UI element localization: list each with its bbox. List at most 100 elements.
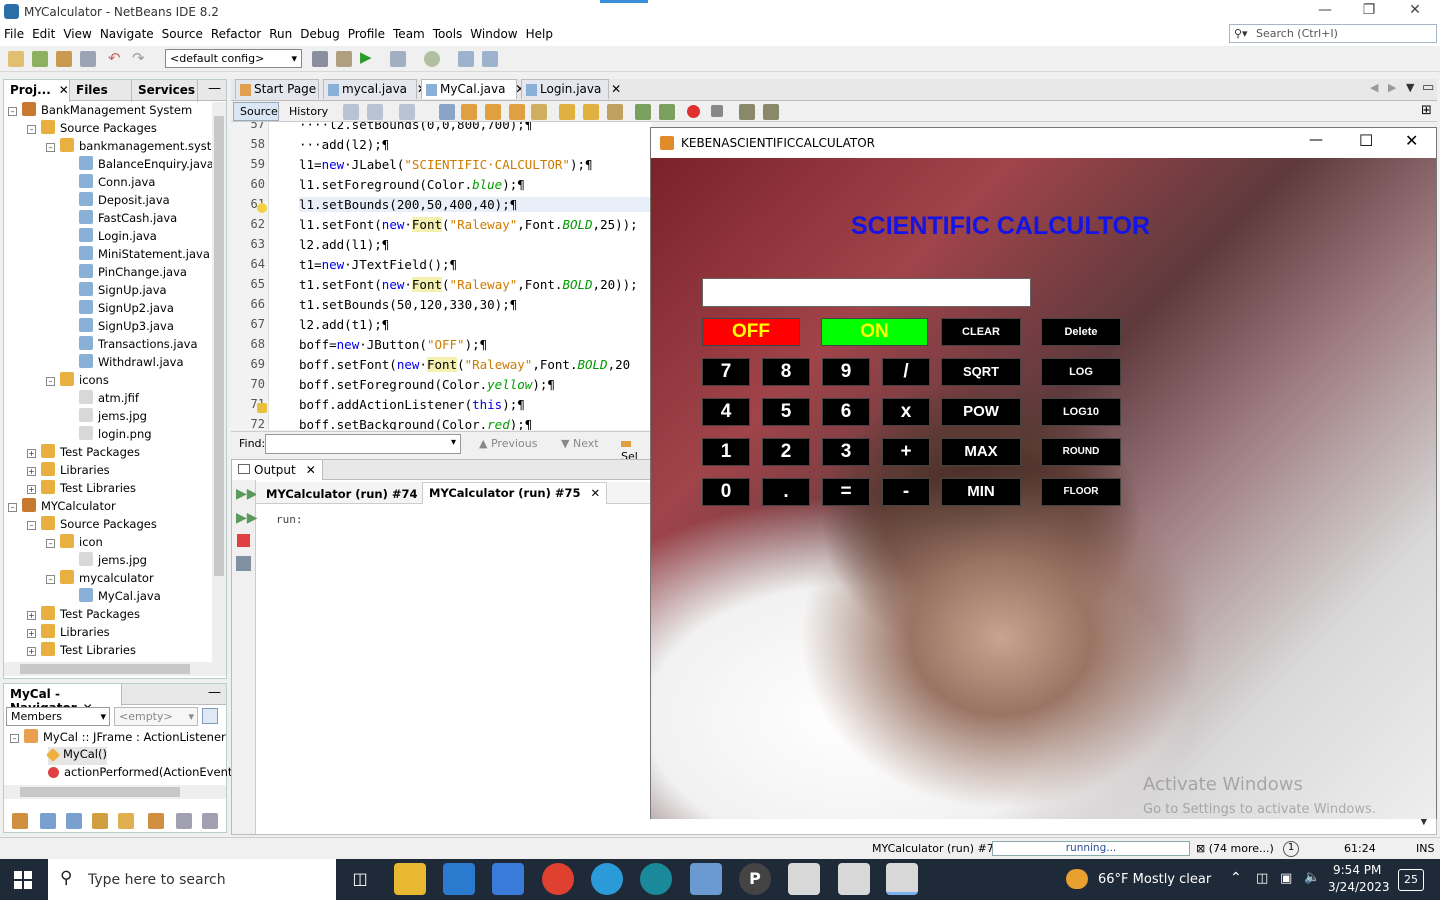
close-button[interactable]: ✕: [1405, 131, 1418, 150]
clock-time[interactable]: 9:54 PM: [1333, 863, 1381, 877]
tree-item[interactable]: + Test Packages: [27, 606, 140, 624]
subtract-button[interactable]: -: [882, 478, 930, 506]
expand-toggle-icon[interactable]: +: [27, 647, 36, 656]
tab-scroll-right-icon[interactable]: ▶: [1388, 81, 1396, 94]
debug-icon[interactable]: [390, 51, 406, 67]
notification-center-icon[interactable]: 25: [1398, 869, 1424, 891]
java-app-icon[interactable]: [788, 863, 820, 895]
tree-item[interactable]: MiniStatement.java: [65, 246, 210, 264]
tab-history[interactable]: History: [283, 102, 331, 121]
filter-constructor-icon[interactable]: [118, 813, 134, 829]
close-icon[interactable]: ✕: [59, 83, 69, 97]
tree-item[interactable]: Transactions.java: [65, 336, 198, 354]
navigator-hscrollbar[interactable]: [4, 785, 226, 799]
filter-nonpublic-icon[interactable]: [66, 813, 82, 829]
equals-button[interactable]: =: [822, 478, 870, 506]
digit-1-button[interactable]: 1: [702, 438, 750, 466]
windows-start-icon[interactable]: [14, 871, 32, 889]
weather-icon[interactable]: [1066, 869, 1088, 889]
maximize-editor-icon[interactable]: ▭: [1422, 80, 1434, 95]
shift-left-icon[interactable]: [635, 104, 651, 120]
hint-bulb-icon[interactable]: [257, 203, 267, 213]
tree-item[interactable]: + Test Libraries: [27, 480, 136, 498]
code-line[interactable]: boff.setForeground(Color.yellow);¶: [299, 377, 555, 392]
tree-item[interactable]: + Test Libraries: [27, 642, 136, 660]
network-icon[interactable]: ▣: [1280, 871, 1292, 886]
find-next-icon[interactable]: [485, 104, 501, 120]
store-icon[interactable]: [443, 863, 475, 895]
code-line[interactable]: l1.setFont(new·Font("Raleway",Font.BOLD,…: [299, 217, 638, 232]
navigator-member[interactable]: MyCal(): [45, 747, 107, 765]
code-line[interactable]: boff.setFont(new·Font("Raleway",Font.BOL…: [299, 357, 630, 372]
stop-icon[interactable]: [237, 534, 250, 547]
find-previous-button[interactable]: ▲ Previous: [479, 437, 537, 450]
code-line[interactable]: t1=new·JTextField();¶: [299, 257, 457, 272]
tree-item[interactable]: login.png: [65, 426, 152, 444]
tree-item[interactable]: SignUp.java: [65, 282, 167, 300]
rerun-icon[interactable]: ▶▶: [236, 486, 258, 502]
notification-badge[interactable]: 1: [1283, 841, 1299, 857]
minimize-panel-icon[interactable]: —: [208, 81, 221, 96]
toggle-highlight-icon[interactable]: [509, 104, 525, 120]
build-icon[interactable]: [312, 51, 328, 67]
stop-macro-icon[interactable]: [711, 105, 723, 117]
group-icon[interactable]: [148, 813, 164, 829]
expand-toggle-icon[interactable]: –: [46, 539, 55, 548]
menu-window[interactable]: Window: [466, 24, 521, 41]
tab-run-75[interactable]: MYCalculator (run) #75 ✕: [422, 482, 608, 504]
delete-button[interactable]: Delete: [1041, 318, 1121, 346]
log10-button[interactable]: LOG10: [1041, 398, 1121, 426]
tab-projects[interactable]: Proj... ✕: [4, 80, 70, 102]
expand-toggle-icon[interactable]: –: [46, 575, 55, 584]
volume-icon[interactable]: 🔈: [1304, 870, 1320, 885]
filter-inherited-icon[interactable]: [92, 813, 108, 829]
code-line[interactable]: boff.addActionListener(this);¶: [299, 397, 525, 412]
tree-item[interactable]: + Libraries: [27, 462, 110, 480]
on-button[interactable]: ON: [821, 318, 928, 346]
digit-3-button[interactable]: 3: [822, 438, 870, 466]
menu-run[interactable]: Run: [265, 24, 296, 41]
tree-item[interactable]: jems.jpg: [65, 408, 147, 426]
sort-name-icon[interactable]: [176, 813, 192, 829]
expand-toggle-icon[interactable]: –: [46, 377, 55, 386]
toggle-bookmark-icon[interactable]: [607, 104, 623, 120]
expand-toggle-icon[interactable]: +: [27, 467, 36, 476]
tree-item[interactable]: – icons: [46, 372, 109, 390]
close-icon[interactable]: ✕: [306, 463, 316, 477]
clean-build-icon[interactable]: [336, 51, 352, 67]
round-button[interactable]: ROUND: [1041, 438, 1121, 466]
add-button[interactable]: +: [882, 438, 930, 466]
filter-select[interactable]: <empty> ▾: [114, 707, 198, 726]
tree-item[interactable]: atm.jfif: [65, 390, 139, 408]
menu-source[interactable]: Source: [158, 24, 207, 41]
taskbar-search[interactable]: ⚲ Type here to search: [48, 859, 336, 900]
tree-item[interactable]: – MYCalculator: [8, 498, 116, 516]
sort-source-icon[interactable]: [202, 813, 218, 829]
task-view-icon[interactable]: ◫: [344, 863, 376, 895]
tree-item[interactable]: – icon: [46, 534, 103, 552]
menu-team[interactable]: Team: [389, 24, 429, 41]
forward-icon[interactable]: [399, 104, 415, 120]
editor-tab[interactable]: mycal.java ✕: [323, 79, 427, 99]
comment-icon[interactable]: [739, 104, 755, 120]
menu-debug[interactable]: Debug: [296, 24, 343, 41]
digit-8-button[interactable]: 8: [762, 358, 810, 386]
app-cube-icon[interactable]: [690, 863, 722, 895]
expand-toggle-icon[interactable]: –: [46, 143, 55, 152]
tree-item[interactable]: Conn.java: [65, 174, 155, 192]
menu-tools[interactable]: Tools: [429, 24, 467, 41]
digit-9-button[interactable]: 9: [822, 358, 870, 386]
max-button[interactable]: MAX: [941, 438, 1021, 466]
uncomment-icon[interactable]: [763, 104, 779, 120]
java-app-icon[interactable]: [838, 863, 870, 895]
tree-scrollbar[interactable]: [212, 102, 226, 662]
code-line[interactable]: l1=new·JLabel("SCIENTIFIC·CALCULTOR");¶: [299, 157, 593, 172]
code-line[interactable]: t1.setBounds(50,120,330,30);¶: [299, 297, 517, 312]
tree-item[interactable]: BalanceEnquiry.java: [65, 156, 212, 174]
digit-5-button[interactable]: 5: [762, 398, 810, 426]
menu-help[interactable]: Help: [522, 24, 557, 41]
expand-toggle-icon[interactable]: –: [8, 503, 17, 512]
menu-navigate[interactable]: Navigate: [96, 24, 158, 41]
close-button[interactable]: ✕: [1392, 2, 1438, 22]
tree-item[interactable]: PinChange.java: [65, 264, 187, 282]
